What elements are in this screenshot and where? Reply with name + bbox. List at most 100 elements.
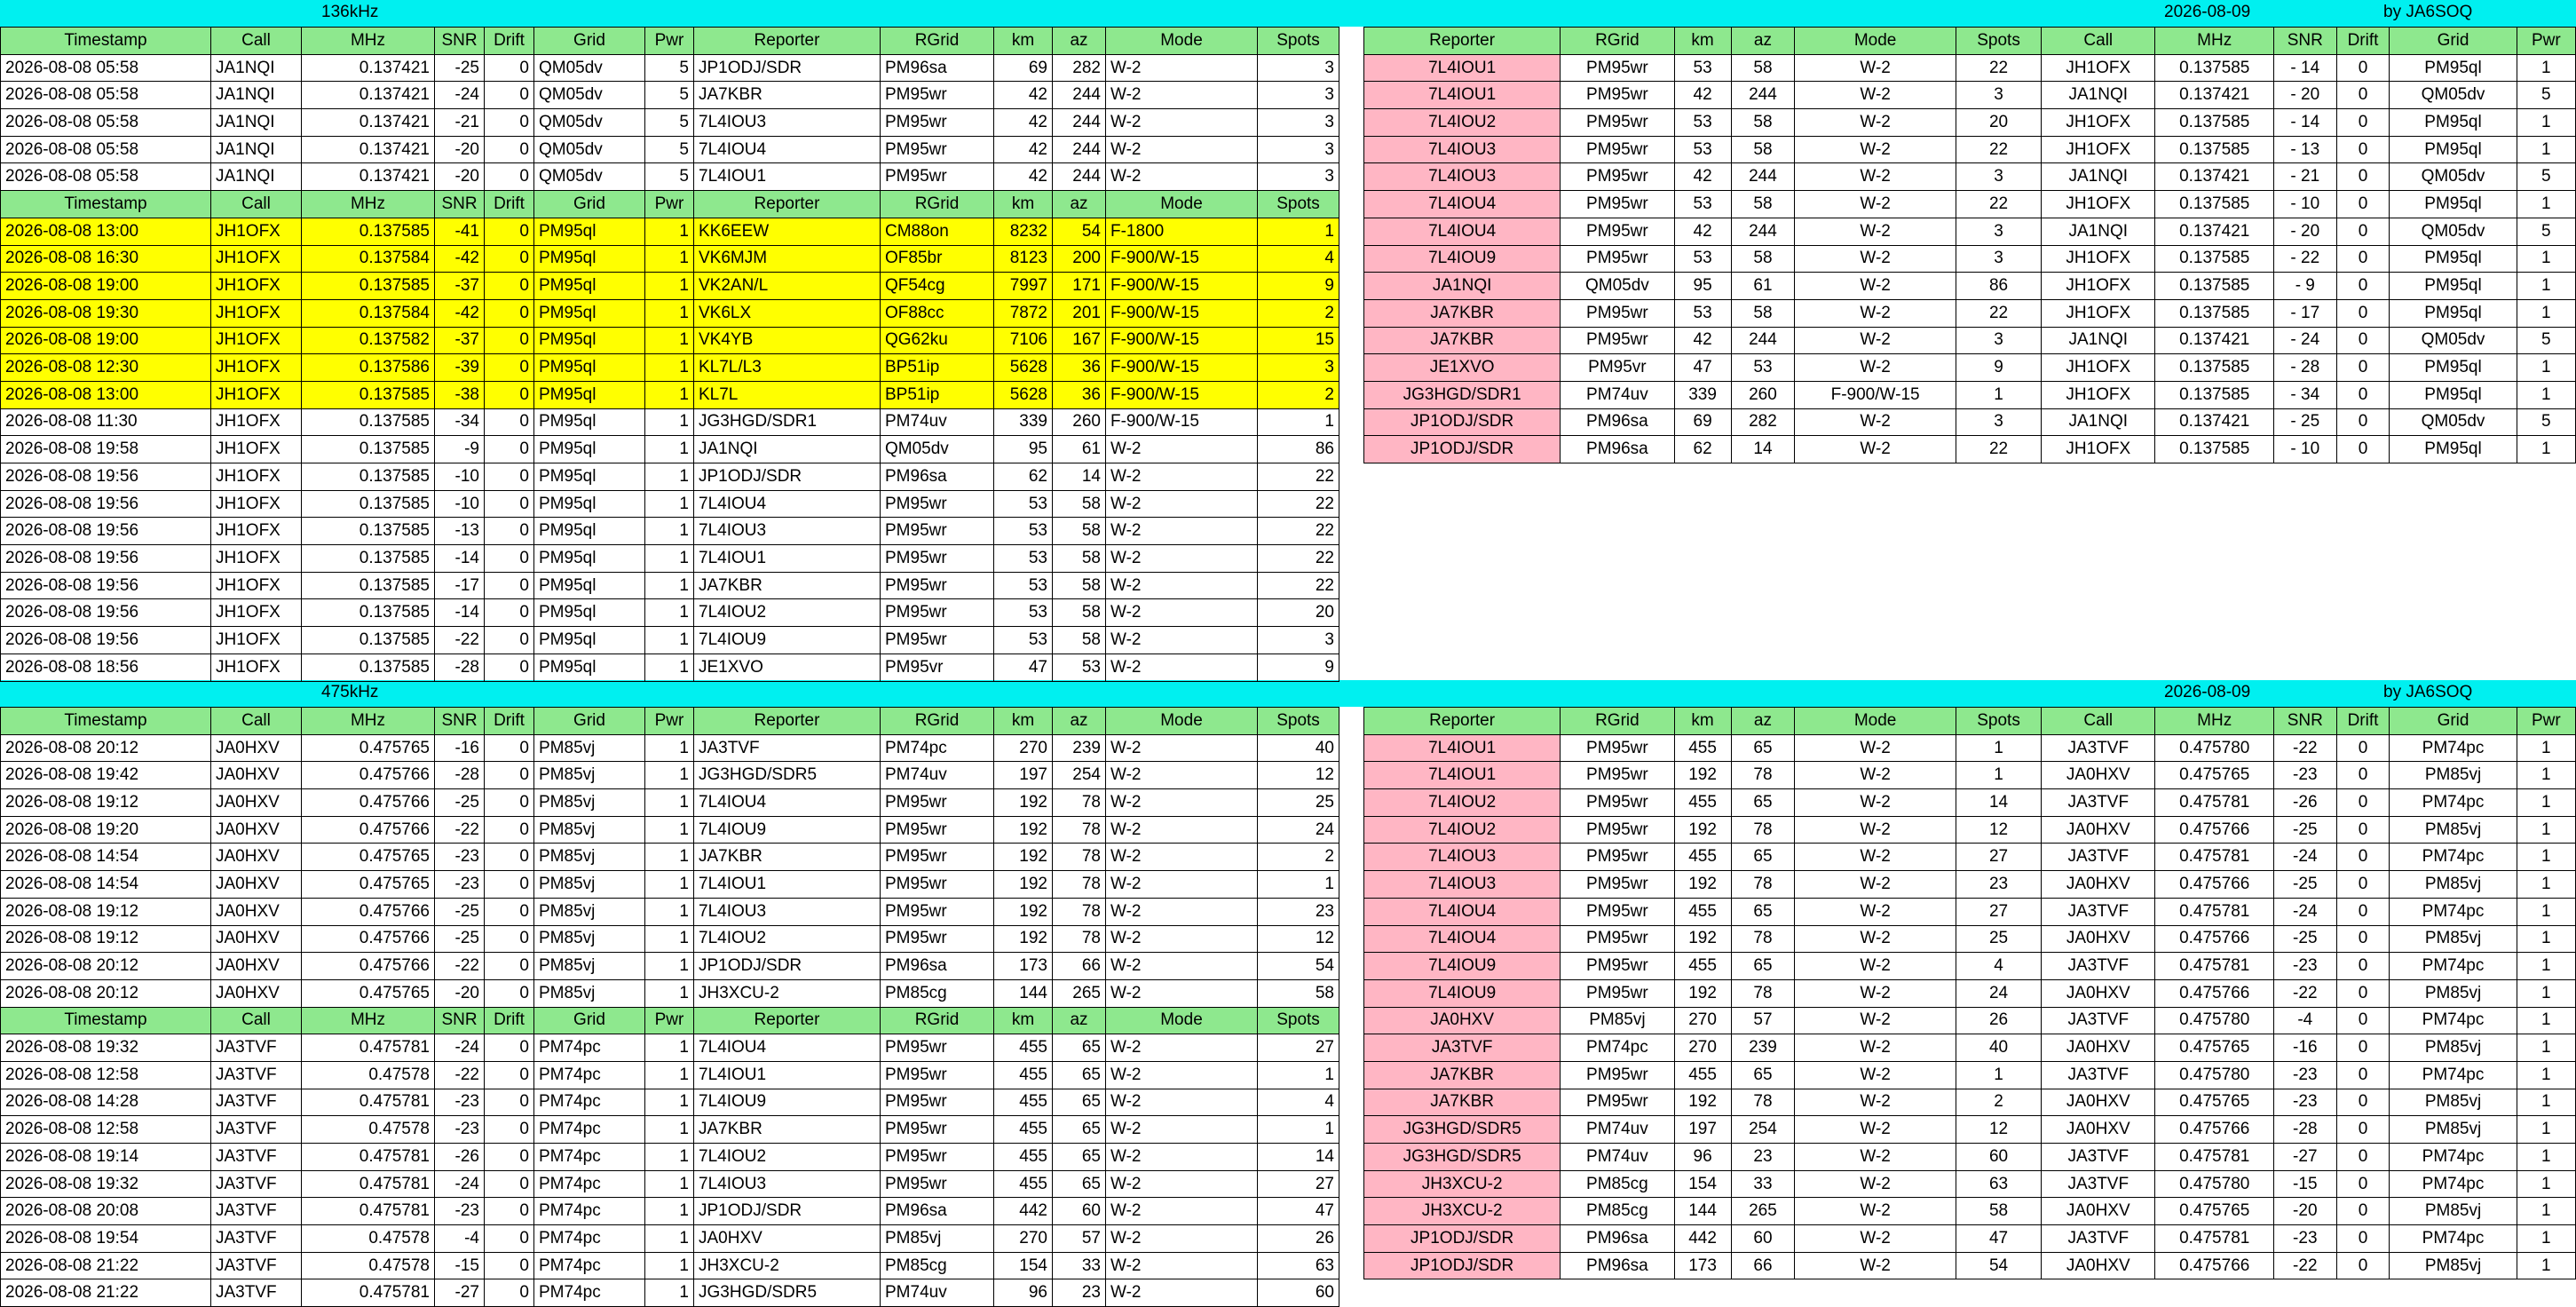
column-header-snr: SNR: [434, 27, 485, 55]
cell-reporter: 7L4IOU4: [1363, 217, 1561, 246]
cell-spots: 14: [1955, 788, 2043, 817]
cell-snr: -23: [434, 1115, 485, 1144]
cell-mhz: 0.137585: [301, 408, 435, 437]
cell-reporter: JG3HGD/SDR5: [693, 761, 881, 790]
column-header-call: Call: [2041, 27, 2156, 55]
cell-mode: F-900/W-15: [1105, 353, 1258, 382]
cell-mhz: 0.137585: [2154, 272, 2275, 300]
cell-mode: W-2: [1105, 1088, 1258, 1117]
cell-timestamp: 2026-08-08 20:12: [0, 978, 211, 1008]
cell-pwr: 1: [2516, 897, 2576, 926]
cell-mode: W-2: [1105, 897, 1258, 926]
cell-snr: -22: [2273, 1251, 2337, 1280]
cell-mhz: 0.475781: [301, 1197, 435, 1226]
cell-spots: 20: [1955, 108, 2043, 137]
cell-az: 23: [1730, 1143, 1796, 1171]
column-header-rgrid: RGrid: [880, 190, 994, 218]
cell-pwr: 1: [644, 761, 694, 790]
cell-rgrid: PM95wr: [1560, 761, 1675, 790]
table-row: JA7KBR PM95wr 42 244 W-2 3 JA1NQI 0.137421- 24 0…: [1363, 326, 2576, 355]
cell-drift: 0: [2335, 81, 2390, 110]
cell-rgrid: PM74uv: [1560, 380, 1675, 409]
table-row: 2026-08-08 19:12 JA0HXV 0.475766 -25 0 PM85vj…: [0, 924, 1339, 954]
column-header-rgrid: RGrid: [880, 707, 994, 735]
cell-reporter: JP1ODJ/SDR: [1363, 1251, 1561, 1280]
cell-rgrid: PM95wr: [1560, 843, 1675, 872]
cell-pwr: 1: [2516, 1197, 2576, 1226]
cell-reporter: 7L4IOU1: [693, 1060, 881, 1089]
table-row: 7L4IOU2 PM95wr 192 78 W-2 12 JA0HXV 0.475766 -25…: [1363, 815, 2576, 844]
cell-spots: 2: [1257, 298, 1339, 328]
column-header-reporter: Reporter: [693, 190, 881, 218]
cell-spots: 25: [1257, 788, 1339, 817]
cell-snr: -9: [434, 435, 485, 463]
cell-spots: 47: [1955, 1224, 2043, 1253]
cell-km: 62: [1673, 435, 1732, 463]
cell-az: 239: [1730, 1034, 1796, 1062]
cell-az: 14: [1730, 435, 1796, 463]
cell-km: 455: [1673, 843, 1732, 872]
cell-drift: 0: [2335, 244, 2390, 273]
cell-snr: -42: [434, 298, 485, 328]
cell-pwr: 1: [644, 1224, 694, 1253]
cell-timestamp: 2026-08-08 19:12: [0, 897, 211, 926]
cell-grid: PM95ql: [533, 517, 645, 546]
table-row: 7L4IOU9 PM95wr 455 65 W-2 4 JA3TVF 0.475781 -23 0…: [1363, 952, 2576, 980]
cell-rgrid: BP51ip: [880, 353, 994, 382]
cell-az: 171: [1052, 272, 1106, 300]
cell-grid: PM85vj: [533, 843, 645, 872]
cell-mode: F-900/W-15: [1105, 380, 1258, 409]
cell-call: JA0HXV: [2041, 870, 2156, 899]
cell-snr: -22: [434, 626, 485, 654]
cell-rgrid: PM74pc: [880, 733, 994, 763]
cell-reporter: JA7KBR: [1363, 1060, 1561, 1089]
cell-mhz: 0.137585: [2154, 190, 2275, 218]
cell-pwr: 1: [644, 353, 694, 382]
cell-km: 7106: [993, 326, 1053, 355]
cell-snr: -10: [434, 463, 485, 491]
cell-call: JA1NQI: [2041, 408, 2156, 437]
cell-mhz: 0.137585: [2154, 298, 2275, 328]
cell-grid: PM85vj: [2389, 1034, 2517, 1062]
cell-call: JH1OFX: [210, 272, 302, 300]
cell-mhz: 0.137582: [301, 326, 435, 355]
cell-az: 200: [1052, 244, 1106, 273]
cell-spots: 1: [1955, 1060, 2043, 1089]
column-header-call: Call: [210, 190, 302, 218]
cell-mhz: 0.137585: [2154, 380, 2275, 409]
cell-call: JA1NQI: [2041, 217, 2156, 246]
cell-mode: W-2: [1105, 571, 1258, 600]
table-row: 2026-08-08 19:54 JA3TVF 0.47578 -4 0 PM74pc 1 J…: [0, 1224, 1339, 1253]
cell-km: 173: [1673, 1251, 1732, 1280]
cell-drift: 0: [484, 1060, 534, 1089]
cell-snr: -23: [434, 870, 485, 899]
cell-grid: PM74pc: [533, 1169, 645, 1199]
cell-pwr: 1: [644, 517, 694, 546]
cell-az: 33: [1052, 1251, 1106, 1280]
column-header-mhz: MHz: [301, 190, 435, 218]
cell-az: 65: [1052, 1169, 1106, 1199]
cell-mode: F-900/W-15: [1105, 298, 1258, 328]
cell-reporter: JA3TVF: [1363, 1034, 1561, 1062]
cell-km: 47: [1673, 353, 1732, 382]
column-header-reporter: Reporter: [1363, 707, 1561, 735]
cell-reporter: 7L4IOU3: [693, 1169, 881, 1199]
cell-timestamp: 2026-08-08 05:58: [0, 53, 211, 83]
table-row: 7L4IOU3 PM95wr 455 65 W-2 27 JA3TVF 0.475781 -24…: [1363, 843, 2576, 872]
cell-az: 58: [1052, 517, 1106, 546]
cell-grid: PM95ql: [2389, 53, 2517, 83]
cell-km: 42: [1673, 326, 1732, 355]
cell-mode: W-2: [1105, 1279, 1258, 1307]
cell-timestamp: 2026-08-08 14:54: [0, 843, 211, 872]
table-row: 2026-08-08 05:58 JA1NQI 0.137421 -21 0 QM05dv…: [0, 108, 1339, 137]
cell-reporter: JA7KBR: [1363, 298, 1561, 328]
cell-reporter: 7L4IOU1: [693, 162, 881, 192]
cell-reporter: VK2AN/L: [693, 272, 881, 300]
cell-reporter: JG3HGD/SDR5: [693, 1279, 881, 1307]
cell-az: 260: [1730, 380, 1796, 409]
cell-drift: 0: [2335, 326, 2390, 355]
table-row: 2026-08-08 12:58 JA3TVF 0.47578 -22 0 PM74pc 1…: [0, 1060, 1339, 1089]
cell-drift: 0: [2335, 435, 2390, 463]
table-row: 2026-08-08 14:54 JA0HXV 0.475765 -23 0 PM85vj…: [0, 870, 1339, 899]
cell-snr: - 17: [2273, 298, 2337, 328]
